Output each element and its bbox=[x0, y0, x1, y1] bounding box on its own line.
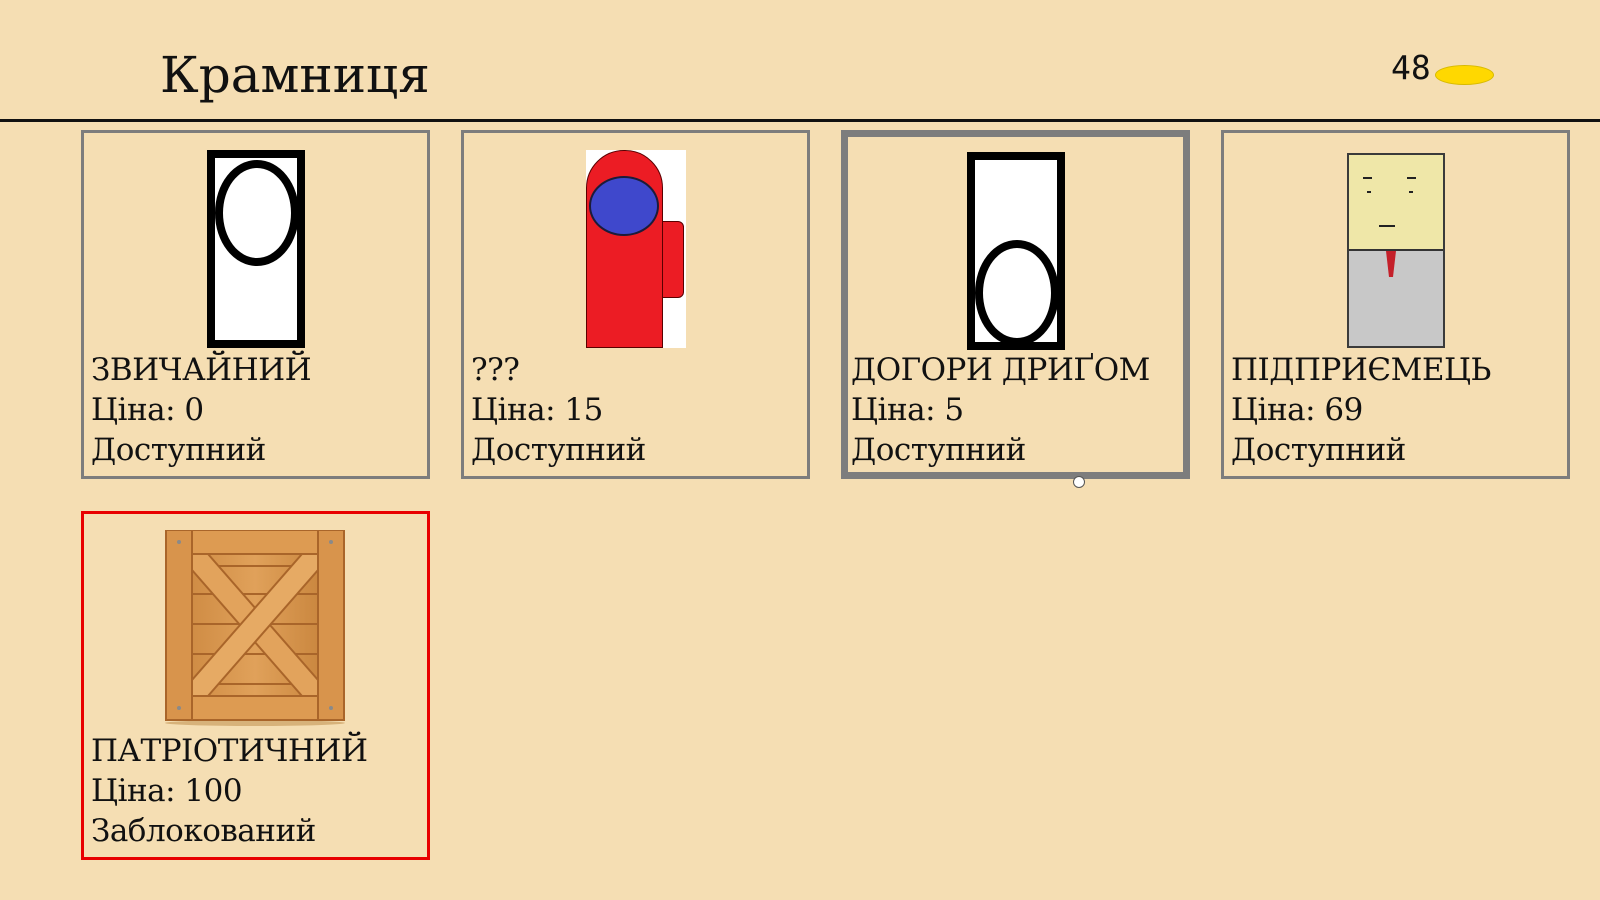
regular-character-icon bbox=[207, 150, 305, 348]
skin-price: Ціна: 15 bbox=[471, 392, 603, 428]
businessman-tie bbox=[1386, 251, 1396, 277]
skin-card-businessman[interactable]: ПІДПРИЄМЕЦЬ Ціна: 69 Доступний bbox=[1221, 130, 1570, 479]
businessman-right-eye-lower bbox=[1409, 191, 1413, 193]
skin-card-regular[interactable]: ЗВИЧАЙНИЙ Ціна: 0 Доступний bbox=[81, 130, 430, 479]
crewmate-character-icon bbox=[586, 150, 686, 348]
gold-coin-icon bbox=[1434, 65, 1494, 85]
businessman-left-eye bbox=[1363, 177, 1372, 179]
skin-price: Ціна: 100 bbox=[91, 773, 243, 809]
skin-status: Заблокований bbox=[91, 813, 316, 849]
header-divider bbox=[0, 119, 1600, 122]
skin-price: Ціна: 5 bbox=[851, 392, 964, 428]
businessman-character-icon bbox=[1347, 153, 1445, 348]
upside-down-character-head bbox=[975, 240, 1057, 342]
businessman-mouth bbox=[1379, 225, 1395, 227]
coin-count: 48 bbox=[1391, 48, 1431, 87]
regular-character-head bbox=[215, 160, 297, 266]
skin-name: ДОГОРИ ДРИҐОМ bbox=[851, 352, 1150, 388]
skin-name: ЗВИЧАЙНИЙ bbox=[91, 352, 312, 388]
businessman-right-eye bbox=[1407, 177, 1416, 179]
upside-down-character-icon bbox=[967, 152, 1065, 350]
skin-status: Доступний bbox=[1231, 432, 1406, 468]
skin-status: Доступний bbox=[91, 432, 266, 468]
shop-screen: { "colors": { "background": "#f5deb3", "… bbox=[0, 0, 1600, 900]
wooden-crate-icon bbox=[162, 530, 348, 726]
skin-name: ПАТРІОТИЧНИЙ bbox=[91, 733, 368, 769]
skin-price: Ціна: 69 bbox=[1231, 392, 1363, 428]
mouse-cursor bbox=[1073, 476, 1085, 488]
crewmate-visor bbox=[589, 176, 659, 236]
businessman-left-eye-lower bbox=[1367, 191, 1371, 193]
crate-drawing bbox=[165, 530, 345, 726]
crewmate-backpack bbox=[660, 221, 684, 298]
skin-card-mystery[interactable]: ??? Ціна: 15 Доступний bbox=[461, 130, 810, 479]
skin-name: ПІДПРИЄМЕЦЬ bbox=[1231, 352, 1491, 388]
page-title: Крамниця bbox=[160, 46, 430, 104]
skin-name: ??? bbox=[471, 352, 520, 388]
coin-balance: 48 bbox=[1391, 46, 1494, 90]
skin-status: Доступний bbox=[471, 432, 646, 468]
skin-price: Ціна: 0 bbox=[91, 392, 204, 428]
businessman-face bbox=[1349, 155, 1443, 251]
skin-status: Доступний bbox=[851, 432, 1026, 468]
skin-card-upside-down[interactable]: ДОГОРИ ДРИҐОМ Ціна: 5 Доступний bbox=[841, 130, 1190, 479]
skin-card-patriotic[interactable]: ПАТРІОТИЧНИЙ Ціна: 100 Заблокований bbox=[81, 511, 430, 860]
